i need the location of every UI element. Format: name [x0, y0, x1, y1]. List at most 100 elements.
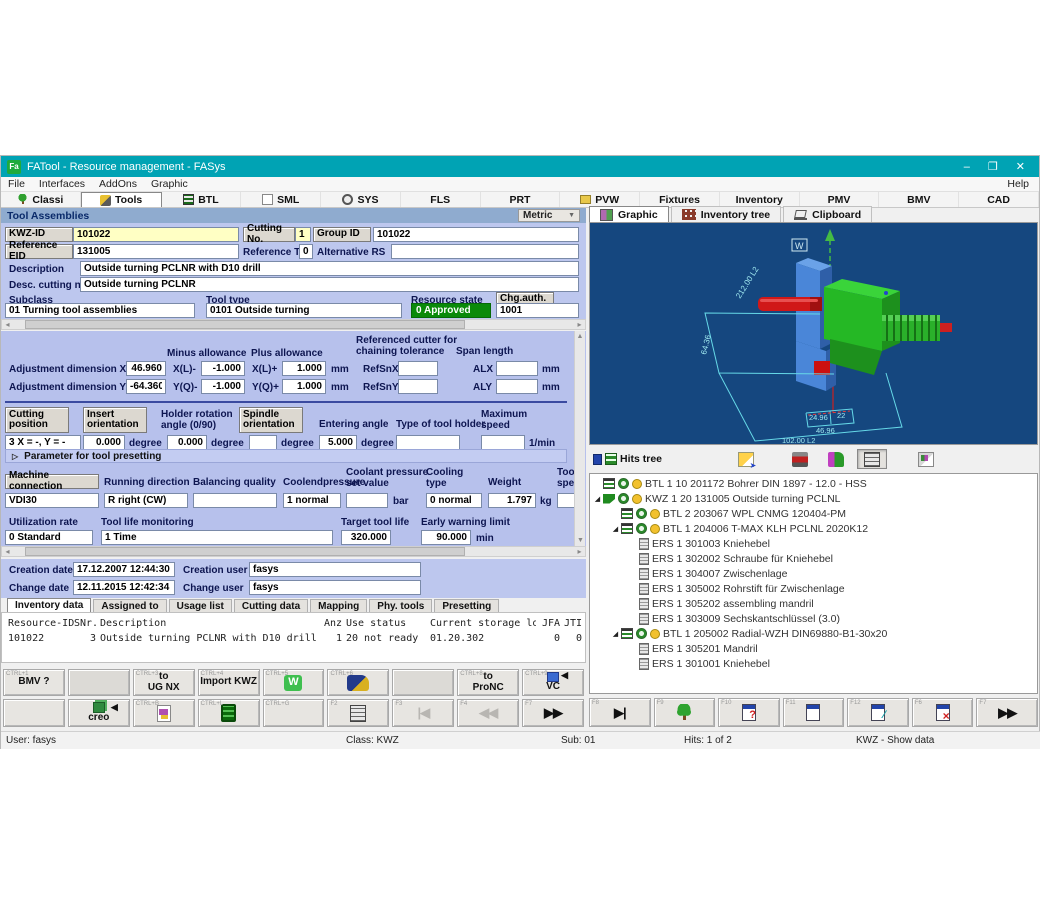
alternative-rs-field[interactable]: [391, 244, 579, 259]
tree-expander-icon[interactable]: [610, 525, 621, 533]
toolbar-button[interactable]: CTRL+B: [133, 699, 195, 727]
weight-field[interactable]: [488, 493, 536, 508]
plus-x-field[interactable]: [282, 361, 326, 376]
toolbar-button[interactable]: [392, 669, 454, 696]
adjust-x-field[interactable]: [126, 361, 166, 376]
kwz-id-field[interactable]: [73, 227, 239, 242]
main-tab[interactable]: FLS: [401, 192, 481, 207]
main-tab[interactable]: SYS: [321, 192, 401, 207]
insert-orientation-label[interactable]: Insert orientation: [83, 407, 147, 433]
tree-item[interactable]: ERS 1 303009 Sechskantschlüssel (3.0): [590, 611, 1037, 626]
presetting-expander[interactable]: ▷ Parameter for tool presetting: [5, 449, 567, 463]
tree-expander-icon[interactable]: [592, 495, 603, 503]
tree-item[interactable]: ERS 1 305201 Mandril: [590, 641, 1037, 656]
detail-tab[interactable]: Phy. tools: [369, 599, 432, 612]
tree-item[interactable]: ERS 1 305002 Rohrstift für Zwischenlage: [590, 581, 1037, 596]
view-tab[interactable]: Graphic: [589, 206, 669, 222]
target-tool-life-field[interactable]: [341, 530, 391, 545]
change-user-field[interactable]: [249, 580, 421, 595]
tree-item[interactable]: BTL 1 205002 Radial-WZH DIN69880-B1-30x2…: [590, 626, 1037, 641]
minus-y-field[interactable]: [201, 379, 245, 394]
menu-graphic[interactable]: Graphic: [144, 178, 195, 190]
cutting-position-field[interactable]: [5, 435, 81, 450]
toolbar-button[interactable]: F3 |◀: [392, 699, 454, 727]
tool-type-field[interactable]: [206, 303, 402, 318]
holder-rotation-field[interactable]: [167, 435, 207, 450]
creation-date-field[interactable]: [73, 562, 175, 577]
balancing-quality-field[interactable]: [193, 493, 277, 508]
table-view-button[interactable]: [857, 449, 887, 469]
spindle-orientation-label[interactable]: Spindle orientation: [239, 407, 303, 433]
table-row[interactable]: 101022 3 Outside turning PCLNR with D10 …: [8, 631, 585, 646]
tree-item[interactable]: BTL 1 204006 T-MAX KLH PCLNL 2020K12: [590, 521, 1037, 536]
entering-angle-field[interactable]: [319, 435, 357, 450]
minus-x-field[interactable]: [201, 361, 245, 376]
unit-dropdown[interactable]: Metric▼: [518, 209, 580, 222]
tree-item[interactable]: ERS 1 304007 Zwischenlage: [590, 566, 1037, 581]
change-date-field[interactable]: [73, 580, 175, 595]
cutting-no-field[interactable]: [295, 227, 311, 242]
toolbar-button[interactable]: [68, 669, 130, 696]
menu-interfaces[interactable]: Interfaces: [32, 178, 92, 190]
main-tab[interactable]: Tools: [81, 192, 162, 207]
machine-connection-label[interactable]: Machine connection: [5, 474, 99, 489]
toolbar-button[interactable]: CTRL+3 to UG NX: [133, 669, 195, 696]
toolbar-button[interactable]: CTRL+9 VC: [522, 669, 584, 696]
main-tab[interactable]: PRT: [481, 192, 561, 207]
plus-y-field[interactable]: [282, 379, 326, 394]
menu-addons[interactable]: AddOns: [92, 178, 144, 190]
max-speed-field[interactable]: [481, 435, 525, 450]
tree-item[interactable]: ERS 1 302002 Schraube für Kniehebel: [590, 551, 1037, 566]
toolbar-button[interactable]: CTRL+6: [327, 669, 389, 696]
creation-user-field[interactable]: [249, 562, 421, 577]
machine-connection-field[interactable]: [5, 493, 99, 508]
toolbar-button[interactable]: F2: [327, 699, 389, 727]
tree-item[interactable]: ERS 1 301003 Kniehebel: [590, 536, 1037, 551]
export-document-button[interactable]: [731, 449, 761, 469]
image-export-button[interactable]: [911, 449, 941, 469]
scroll-left-icon[interactable]: ◂: [2, 547, 13, 556]
toolbar-button[interactable]: CTRL+4 Import KWZ: [198, 669, 260, 696]
reference-eid-field[interactable]: [73, 244, 239, 259]
main-tab[interactable]: PVW: [560, 192, 640, 207]
main-tab[interactable]: CAD: [959, 192, 1039, 207]
detail-tab[interactable]: Presetting: [434, 599, 499, 612]
machine-view-button[interactable]: [785, 449, 815, 469]
cutting-no-label[interactable]: Cutting No.: [243, 227, 295, 242]
tool-holder-type-field[interactable]: [396, 435, 460, 450]
detail-tab[interactable]: Usage list: [169, 599, 232, 612]
tree-item[interactable]: KWZ 1 20 131005 Outside turning PCLNL: [590, 491, 1037, 506]
3d-viewport[interactable]: W: [589, 222, 1038, 445]
menu-help[interactable]: Help: [997, 178, 1039, 190]
main-tab[interactable]: Fixtures: [640, 192, 720, 207]
toolbar-button[interactable]: CTRL+L: [198, 699, 260, 727]
aly-field[interactable]: [496, 379, 538, 394]
main-tab[interactable]: SML: [241, 192, 321, 207]
tree-item[interactable]: ERS 1 305202 assembling mandril: [590, 596, 1037, 611]
cooling-type-field[interactable]: [426, 493, 482, 508]
coolendpressure-field[interactable]: [283, 493, 341, 508]
maximize-button[interactable]: ❐: [988, 160, 998, 173]
main-tab[interactable]: Classi: [1, 192, 81, 207]
horizontal-scrollbar[interactable]: ◂▸: [1, 319, 586, 330]
main-tab[interactable]: BMV: [879, 192, 959, 207]
detail-tab[interactable]: Mapping: [310, 599, 367, 612]
spindle-orientation-field[interactable]: [249, 435, 277, 450]
description-field[interactable]: [80, 261, 579, 276]
coolant-set-field[interactable]: [346, 493, 388, 508]
subclass-field[interactable]: [5, 303, 195, 318]
tooling-view-button[interactable]: [821, 449, 851, 469]
scroll-right-icon[interactable]: ▸: [574, 547, 585, 556]
main-tab[interactable]: Inventory: [720, 192, 800, 207]
desc-cutting-no-field[interactable]: [80, 277, 579, 292]
insert-orientation-field[interactable]: [83, 435, 125, 450]
chg-auth-field[interactable]: [496, 303, 579, 318]
scroll-thumb[interactable]: [25, 547, 465, 556]
tree-expander-icon[interactable]: [610, 630, 621, 638]
cutting-position-label[interactable]: Cutting position: [5, 407, 69, 433]
minimize-button[interactable]: –: [964, 161, 970, 173]
view-tab[interactable]: Clipboard: [783, 206, 872, 222]
group-id-field[interactable]: [373, 227, 579, 242]
toolbar-button[interactable]: F4 ◀◀: [457, 699, 519, 727]
early-warning-field[interactable]: [421, 530, 471, 545]
